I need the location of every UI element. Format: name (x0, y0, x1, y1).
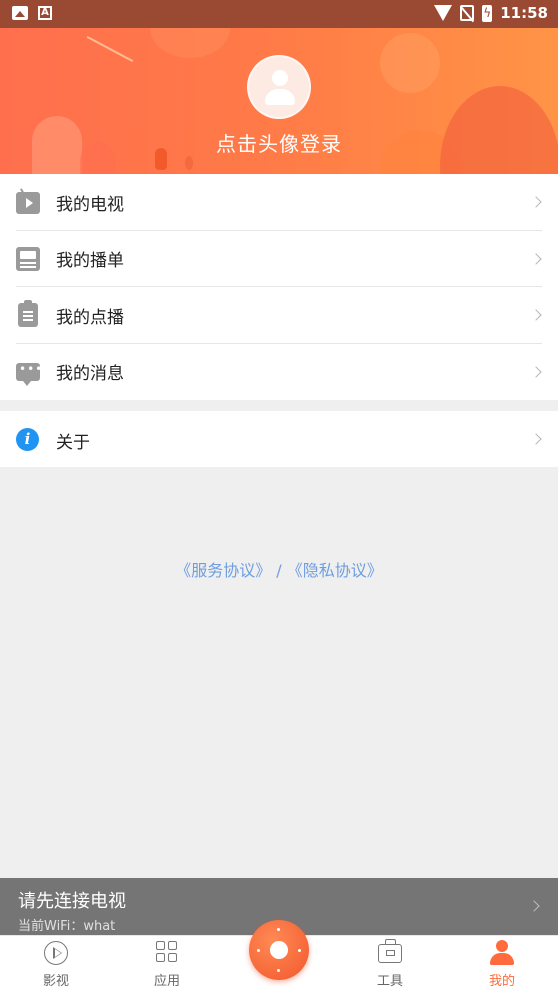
remote-control-icon (270, 941, 288, 959)
menu-item-label: 我的点播 (56, 307, 124, 328)
nav-tab-apps[interactable]: 应用 (127, 936, 207, 992)
battery-charging-icon (482, 4, 493, 22)
menu-item-my-playlist[interactable]: 我的播单 (0, 231, 558, 287)
nav-tab-label: 影视 (42, 974, 69, 989)
agreement-links: 《服务协议》 / 《隐私协议》 (0, 557, 558, 581)
notification-icons: A (12, 6, 52, 20)
nav-tab-label: 我的 (488, 974, 515, 989)
chevron-right-icon (528, 900, 540, 912)
chevron-right-icon (530, 433, 542, 445)
user-icon (490, 940, 514, 966)
chevron-right-icon (530, 366, 542, 378)
clipboard-icon (18, 300, 38, 328)
chevron-right-icon (530, 196, 542, 208)
menu-item-about[interactable]: i 关于 (0, 411, 558, 467)
image-notification-icon (12, 6, 28, 20)
nav-tab-label: 工具 (376, 974, 403, 989)
nav-tab-movies[interactable]: 影视 (16, 936, 96, 992)
menu-item-label: 我的播单 (56, 251, 124, 272)
service-agreement-link[interactable]: 《服务协议》 (175, 561, 271, 580)
menu-item-my-messages[interactable]: 我的消息 (0, 344, 558, 401)
privacy-agreement-link[interactable]: 《隐私协议》 (287, 561, 383, 580)
info-icon: i (16, 428, 39, 451)
nav-tab-label: 应用 (153, 974, 180, 989)
a-notification-icon: A (38, 6, 52, 20)
avatar-placeholder-icon (272, 70, 288, 86)
no-sim-icon (460, 5, 475, 21)
status-time: 11:58 (500, 4, 548, 22)
menu-item-label: 关于 (56, 433, 90, 453)
toolbox-icon (378, 939, 402, 963)
decorative-blob (150, 28, 230, 58)
nav-tab-tools[interactable]: 工具 (350, 936, 430, 992)
profile-header: 点击头像登录 (0, 28, 558, 174)
remote-control-button[interactable] (249, 920, 309, 980)
nav-tab-mine[interactable]: 我的 (462, 936, 542, 992)
agreement-separator: / (271, 561, 287, 580)
menu-item-label: 我的消息 (56, 364, 124, 385)
decorative-balloon (185, 156, 193, 170)
system-icons: 11:58 (434, 4, 548, 22)
wifi-icon (434, 5, 453, 21)
chevron-right-icon (530, 309, 542, 321)
avatar[interactable] (247, 55, 311, 119)
current-wifi-text: 当前WiFi：what (18, 919, 116, 934)
tv-icon (16, 192, 40, 214)
chevron-right-icon (530, 253, 542, 265)
play-circle-icon (44, 941, 68, 965)
playlist-icon (16, 246, 40, 271)
status-bar: A 11:58 (0, 0, 558, 28)
profile-menu: 我的电视 我的播单 我的点播 我的消息 (0, 174, 558, 400)
login-prompt[interactable]: 点击头像登录 (0, 128, 558, 157)
connect-tv-title: 请先连接电视 (18, 891, 126, 912)
menu-item-my-vod[interactable]: 我的点播 (0, 287, 558, 344)
menu-item-label: 我的电视 (56, 194, 124, 215)
decorative-meteor (86, 35, 134, 63)
message-icon (16, 362, 43, 386)
menu-item-my-tv[interactable]: 我的电视 (0, 174, 558, 231)
grid-icon (156, 941, 179, 964)
decorative-blob (380, 33, 440, 93)
